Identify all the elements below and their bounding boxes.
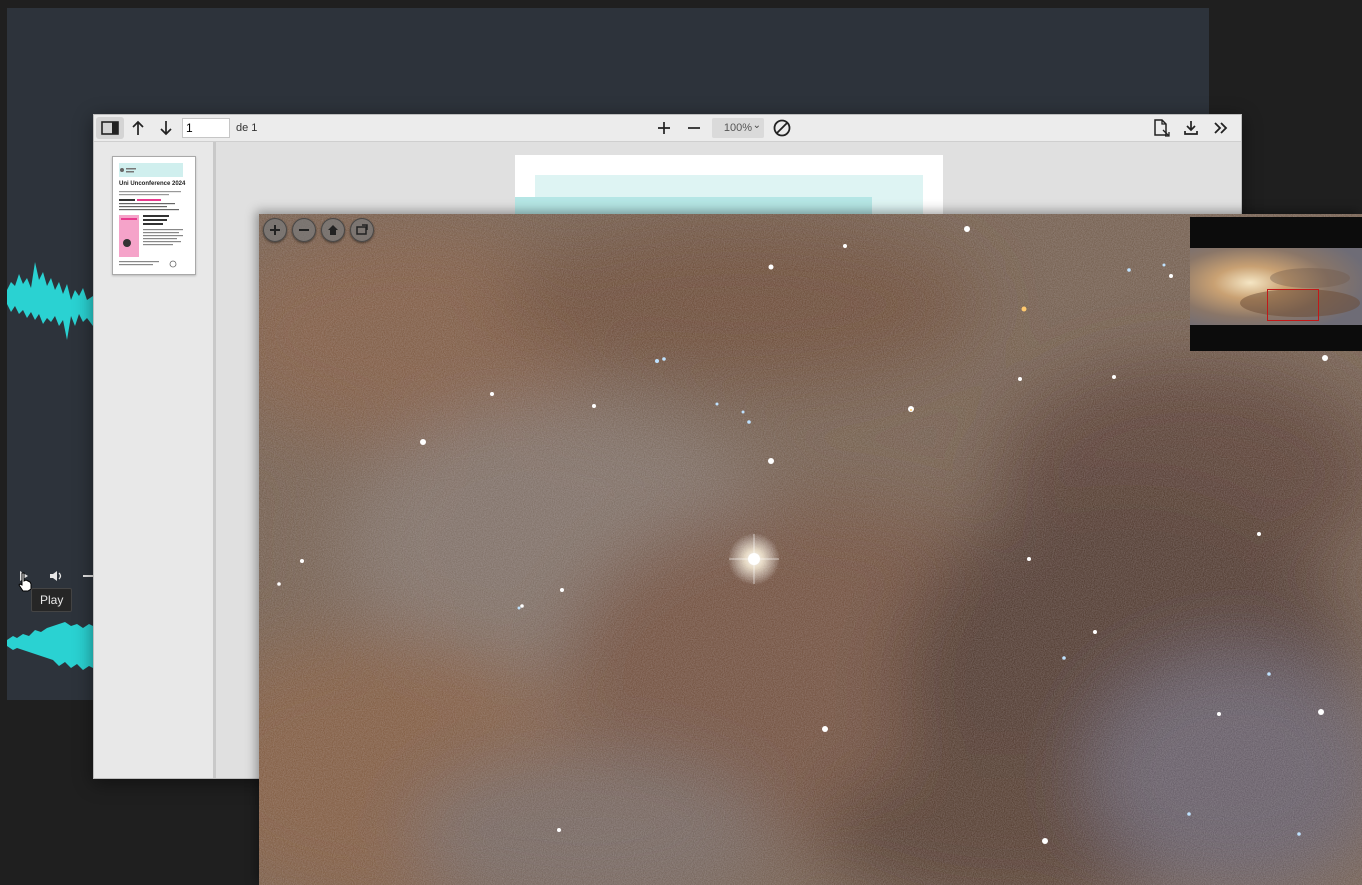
presentation-mode-button[interactable] xyxy=(768,117,796,139)
image-home-button[interactable] xyxy=(321,218,345,242)
zoom-controls: 100% ⌄ xyxy=(650,117,796,139)
download-button[interactable] xyxy=(1177,117,1205,139)
previous-page-button[interactable] xyxy=(124,117,152,139)
double-chevron-right-icon xyxy=(1214,122,1228,134)
waveform-top xyxy=(7,262,93,340)
zoom-value: 100% xyxy=(723,122,753,134)
zoom-out-icon xyxy=(299,229,309,231)
thumbnail-content xyxy=(119,163,183,268)
image-navigator[interactable] xyxy=(1190,217,1362,351)
document-icon xyxy=(1154,119,1170,137)
home-icon xyxy=(328,225,338,235)
navigator-viewport-rect[interactable] xyxy=(1267,289,1319,321)
volume-icon[interactable] xyxy=(49,569,63,583)
page-thumbnail[interactable]: Uni Unconference 2024 xyxy=(112,156,196,275)
page-count-label: de 1 xyxy=(236,122,258,134)
image-navigation-buttons xyxy=(263,218,374,242)
zoom-in-button[interactable] xyxy=(650,117,678,139)
chevron-down-icon: ⌄ xyxy=(752,120,761,131)
page-number-input[interactable] xyxy=(182,118,230,138)
image-zoom-out-button[interactable] xyxy=(292,218,316,242)
image-fullscreen-button[interactable] xyxy=(350,218,374,242)
zoom-in-icon xyxy=(658,122,670,134)
next-page-button[interactable] xyxy=(152,117,180,139)
more-tools-button[interactable] xyxy=(1207,117,1235,139)
waveform-bottom xyxy=(7,622,93,670)
no-entry-icon xyxy=(773,119,791,137)
zoom-out-button[interactable] xyxy=(680,117,708,139)
zoom-select[interactable]: 100% ⌄ xyxy=(712,118,764,138)
toolbar-right xyxy=(1147,117,1235,139)
open-document-button[interactable] xyxy=(1147,117,1175,139)
play-tooltip: Play xyxy=(31,588,73,612)
sidebar-toggle-icon xyxy=(101,121,119,135)
pdf-toolbar: de 1 100% ⌄ xyxy=(94,115,1241,142)
download-icon xyxy=(1184,121,1198,135)
thumbnail-title: Uni Unconference 2024 xyxy=(119,181,186,187)
arrow-down-icon xyxy=(160,121,172,136)
image-zoom-in-button[interactable] xyxy=(263,218,287,242)
fullscreen-icon xyxy=(356,224,368,235)
zoom-in-icon xyxy=(270,225,280,235)
thumbnail-sidebar: Uni Unconference 2024 xyxy=(94,142,216,778)
image-viewer-window[interactable] xyxy=(259,214,1362,885)
arrow-up-icon xyxy=(132,120,144,135)
zoom-out-icon xyxy=(688,127,700,129)
sidebar-toggle-button[interactable] xyxy=(96,117,124,139)
